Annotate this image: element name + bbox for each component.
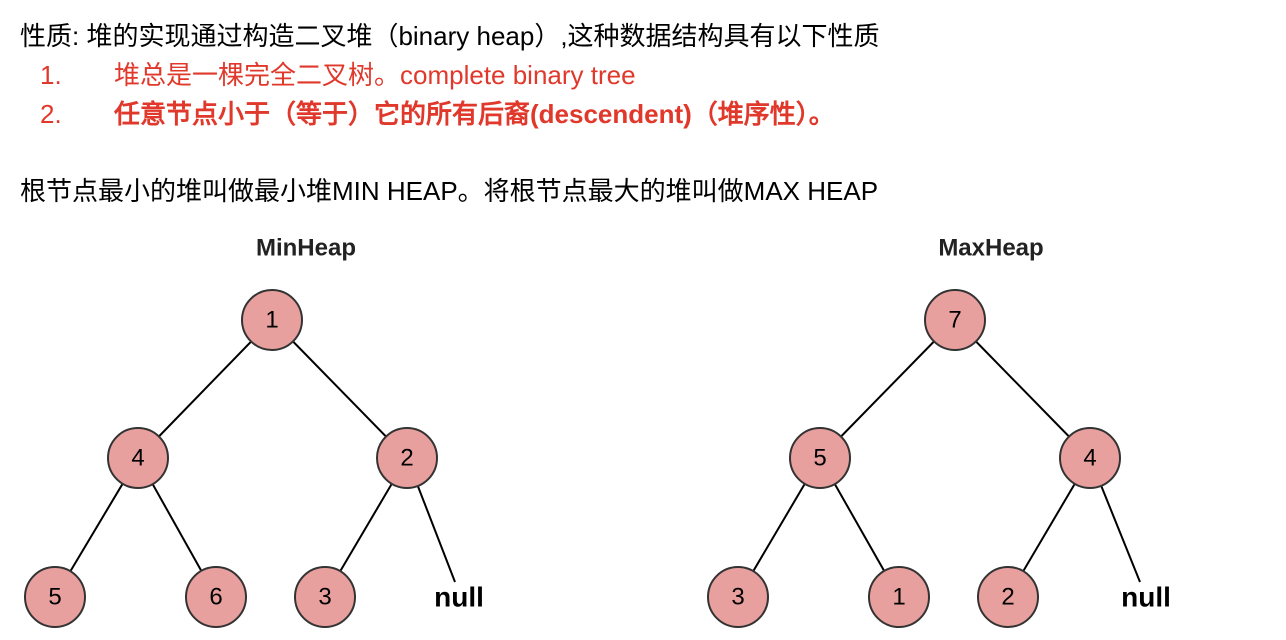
max-heap-tree: MaxHeap 7 5 4 3 1 2 null (707, 235, 1171, 628)
node-label: 5 (48, 584, 61, 611)
node-label: 2 (1001, 584, 1014, 611)
max-heap-title: MaxHeap (938, 235, 1043, 262)
node-label: 1 (892, 584, 905, 611)
tree-node: 4 (1059, 427, 1121, 489)
tree-node: 3 (707, 566, 769, 628)
tree-node: 3 (294, 566, 356, 628)
node-label: 4 (1083, 445, 1096, 472)
node-label: 5 (813, 445, 826, 472)
node-label: 2 (400, 445, 413, 472)
tree-node: 6 (185, 566, 247, 628)
tree-node: 2 (977, 566, 1039, 628)
node-label: 3 (318, 584, 331, 611)
node-label: 7 (948, 307, 961, 334)
null-label: null (1121, 582, 1171, 613)
node-label: 6 (209, 584, 222, 611)
tree-node: 5 (24, 566, 86, 628)
node-label: 3 (731, 584, 744, 611)
null-label: null (434, 582, 484, 613)
min-heap-tree: MinHeap 1 4 2 5 6 3 null (24, 235, 484, 628)
tree-node: 7 (924, 289, 986, 351)
tree-node: 1 (241, 289, 303, 351)
node-label: 4 (131, 445, 144, 472)
tree-node: 5 (789, 427, 851, 489)
tree-node: 4 (107, 427, 169, 489)
node-label: 1 (265, 307, 278, 334)
tree-node: 2 (376, 427, 438, 489)
heap-diagrams: MinHeap 1 4 2 5 6 3 null MaxHeap 7 5 4 3… (24, 235, 1171, 628)
min-heap-title: MinHeap (256, 235, 356, 262)
tree-node: 1 (868, 566, 930, 628)
